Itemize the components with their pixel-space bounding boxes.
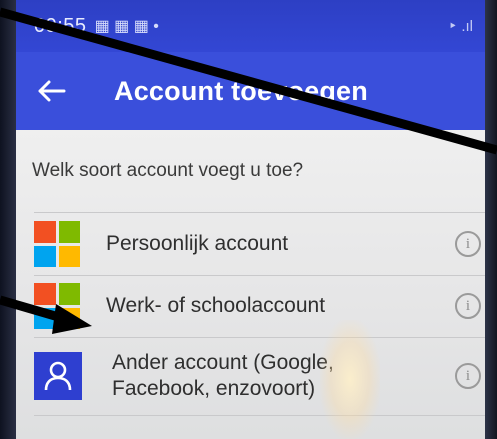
divider bbox=[34, 337, 485, 338]
divider bbox=[34, 212, 485, 213]
info-icon[interactable]: i bbox=[455, 293, 481, 319]
divider bbox=[34, 415, 485, 416]
arrow-left-icon bbox=[38, 80, 66, 102]
account-option-label: Persoonlijk account bbox=[106, 232, 289, 255]
signal-icons: ‣ .ıl bbox=[448, 18, 473, 35]
phone-bezel-right bbox=[485, 0, 497, 439]
page-title: Account toevoegen bbox=[114, 75, 368, 106]
phone-bezel-left bbox=[0, 0, 16, 439]
account-option-label-line1: Ander account (Google, bbox=[112, 351, 334, 374]
info-icon[interactable]: i bbox=[455, 231, 481, 257]
question-text: Welk soort account voegt u toe? bbox=[32, 160, 304, 181]
account-option-personal[interactable]: Persoonlijk account i bbox=[16, 214, 485, 274]
account-option-other[interactable]: Ander account (Google, Facebook, enzovoo… bbox=[16, 342, 485, 410]
person-icon bbox=[34, 352, 82, 400]
account-type-list: Welk soort account voegt u toe? Persoonl… bbox=[16, 130, 485, 439]
microsoft-logo-icon bbox=[34, 283, 80, 329]
app-bar: Account toevoegen bbox=[16, 52, 485, 130]
account-option-label: Werk- of schoolaccount bbox=[106, 294, 326, 317]
account-option-label: Ander account (Google, Facebook, enzovoo… bbox=[112, 350, 334, 402]
info-icon[interactable]: i bbox=[455, 363, 481, 389]
back-button[interactable] bbox=[34, 74, 68, 108]
microsoft-logo-icon bbox=[34, 221, 80, 267]
status-bar: 09:55 ▦ ▦ ▦ • ‣ .ıl bbox=[16, 0, 485, 52]
status-time: 09:55 bbox=[34, 14, 87, 37]
account-option-work-school[interactable]: Werk- of schoolaccount i bbox=[16, 276, 485, 336]
phone-screen: 09:55 ▦ ▦ ▦ • ‣ .ıl Account toevoegen We… bbox=[0, 0, 497, 439]
notification-icons: ▦ ▦ ▦ • bbox=[94, 18, 159, 35]
account-option-label-line2: Facebook, enzovoort) bbox=[112, 377, 316, 400]
